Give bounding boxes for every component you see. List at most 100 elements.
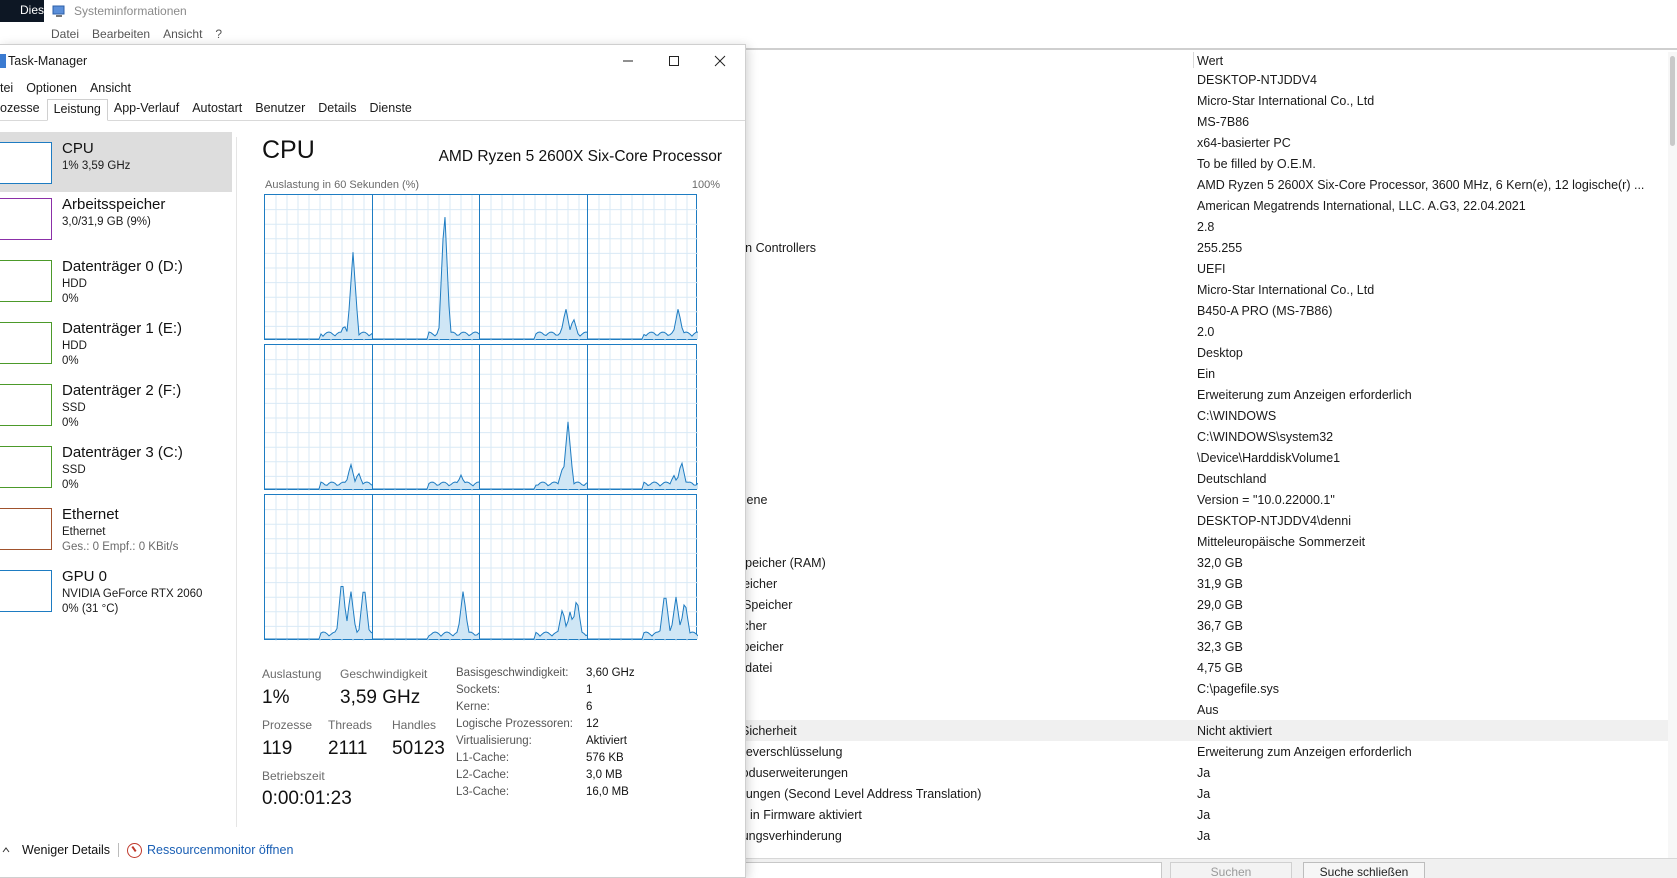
sysinfo-row[interactable]: teiC:\pagefile.sys	[700, 678, 1668, 699]
sysinfo-row[interactable]: chnisC:\WINDOWS	[700, 405, 1668, 426]
tm-titlebar: Task-Manager	[0, 45, 745, 77]
sysinfo-row[interactable]: UEFI	[700, 258, 1668, 279]
sysinfo-row[interactable]: ler Speicher36,7 GB	[700, 615, 1668, 636]
tab-app-verlauf[interactable]: App-Verlauf	[108, 98, 186, 120]
sysinfo-menu-bearbeiten[interactable]: Bearbeiten	[92, 27, 150, 41]
sysinfo-title: Systeminformationen	[74, 4, 187, 18]
sidebar-item-l3: 0%	[62, 479, 79, 491]
sysinfo-header-row: Wert	[700, 53, 1668, 69]
sysinfo-row[interactable]: er Geräteverschlüsselung Erweiterung zum …	[700, 741, 1668, 762]
sysinfo-row[interactable]: Desktop	[700, 342, 1668, 363]
sysinfo-row[interactable]: DESKTOP-NTJDDV4\denni	[700, 510, 1668, 531]
minimize-button[interactable]	[605, 47, 651, 75]
sysinfo-value-header[interactable]: Wert	[1197, 54, 1668, 68]
sidebar-item[interactable]: Datenträger 2 (F:) SSD 0%	[0, 374, 232, 434]
sidebar-item-name: GPU 0	[62, 568, 108, 585]
sidebar-item[interactable]: GPU 0 NVIDIA GeForce RTX 2060 0% (31 °C)	[0, 560, 232, 620]
cpu-core-graph	[479, 494, 590, 641]
maximize-button[interactable]	[651, 47, 697, 75]
sysinfo-row[interactable]: ionErweiterung zum Anzeigen erforderlich	[700, 384, 1668, 405]
tab-prozesse[interactable]: ozesse	[0, 98, 47, 120]
sysinfo-row[interactable]: MS-7B86	[700, 111, 1668, 132]
sysinfo-row-value: 31,9 GB	[1197, 576, 1243, 591]
sysinfo-scrollbar-thumb[interactable]	[1670, 56, 1675, 146]
sysinfo-row[interactable]: Micro-Star International Co., Ltd	[700, 90, 1668, 111]
sidebar-item[interactable]: Datenträger 1 (E:) HDD 0%	[0, 312, 232, 372]
sysinfo-titlebar: Systeminformationen	[44, 0, 1677, 22]
sysinfo-row-key: ischer Speicher (RAM)	[700, 555, 826, 570]
cpu-core-grid[interactable]	[264, 194, 722, 641]
sysinfo-row[interactable]: lisierung in Firmware aktiviert Ja	[700, 804, 1668, 825]
sysinfo-row[interactable]: \Device\HarddiskVolume1	[700, 447, 1668, 468]
sysinfo-close-search-button[interactable]: Suche schließen	[1303, 862, 1425, 878]
less-details-button[interactable]: Weniger Details	[22, 843, 110, 857]
sysinfo-menu-help[interactable]: ?	[215, 27, 222, 41]
resource-monitor-link[interactable]: Ressourcenmonitor öffnen	[147, 843, 293, 857]
tab-details[interactable]: Details	[312, 98, 363, 120]
sysinfo-row[interactable]: isC:\WINDOWS\system32	[700, 426, 1668, 447]
sysinfo-row[interactable]: sischer Speicher 29,0 GB	[700, 594, 1668, 615]
sysinfo-row[interactable]: cher Speicher 31,9 GB	[700, 573, 1668, 594]
stat-threads-label: Threads	[328, 718, 373, 732]
cpu-core-graph	[479, 344, 590, 491]
sidebar-item[interactable]: Datenträger 3 (C:) SSD 0%	[0, 436, 232, 496]
sysinfo-row-value: DESKTOP-NTJDDV4	[1197, 72, 1317, 87]
sysinfo-row[interactable]: atumAmerican Megatrends International, L…	[700, 195, 1668, 216]
cpu-detail-value: 3,0 MB	[586, 769, 623, 781]
sysinfo-row[interactable]: ausführungsverhinderung Ja	[700, 825, 1668, 846]
cpu-core-graph	[371, 194, 483, 341]
sysinfo-row[interactable]: asierte Sicherheit Nicht aktiviert	[700, 720, 1668, 741]
sysinfo-search-input[interactable]	[700, 862, 1162, 878]
tab-autostart[interactable]: Autostart	[186, 98, 249, 120]
tab-leistung[interactable]: Leistung	[46, 99, 108, 121]
cpu-detail-key: L1-Cache:	[456, 752, 510, 764]
sysinfo-row[interactable]: ktionsebeneVersion = "10.0.22000.1"	[700, 489, 1668, 510]
sysinfo-splitter[interactable]	[700, 48, 1677, 50]
sidebar-item[interactable]: Ethernet Ethernet Ges.: 0 Empf.: 0 KBit/s	[0, 498, 232, 558]
chevron-up-icon	[2, 847, 10, 853]
sysinfo-row[interactable]: DESKTOP-NTJDDV4	[700, 69, 1668, 90]
sysinfo-row[interactable]: tandEin	[700, 363, 1668, 384]
sysinfo-row[interactable]: on2.0	[700, 321, 1668, 342]
sysinfo-row-value: To be filled by O.E.M.	[1197, 156, 1316, 171]
sysinfo-row[interactable]: uktB450-A PRO (MS-7B86)	[700, 300, 1668, 321]
sysinfo-search-button[interactable]: Suchen	[1170, 862, 1292, 878]
sidebar-item[interactable]: Arbeitsspeicher 3,0/31,9 GB (9%)	[0, 188, 232, 248]
sidebar-item-l2: Ethernet	[62, 526, 106, 538]
sidebar-item[interactable]: CPU 1% 3,59 GHz	[0, 132, 232, 192]
sysinfo-row[interactable]: ueller Speicher 32,3 GB	[700, 636, 1668, 657]
sysinfo-menu-datei[interactable]: Datei	[51, 27, 79, 41]
sysinfo-row[interactable]: Deutschland	[700, 468, 1668, 489]
sysinfo-row[interactable]: tellerMicro-Star International Co., Ltd	[700, 279, 1668, 300]
sysinfo-row[interactable]: To be filled by O.E.M.	[700, 153, 1668, 174]
sysinfo-row-value: MS-7B86	[1197, 114, 1250, 129]
sysinfo-scrollbar[interactable]	[1668, 52, 1677, 858]
tm-menu-optionen[interactable]: Optionen	[26, 81, 77, 95]
tm-menu-datei[interactable]: tei	[0, 81, 13, 95]
tm-menu-ansicht[interactable]: Ansicht	[90, 81, 131, 95]
sysinfo-row[interactable]: ebetteten Controllers 255.255	[700, 237, 1668, 258]
sidebar-mini-graph	[0, 384, 52, 426]
sysinfo-menu-ansicht[interactable]: Ansicht	[163, 27, 202, 41]
tab-benutzer[interactable]: Benutzer	[249, 98, 312, 120]
sidebar-item[interactable]: Datenträger 0 (D:) HDD 0%	[0, 250, 232, 310]
sysinfo-row-value: 2.8	[1197, 219, 1215, 234]
close-button[interactable]	[697, 47, 743, 75]
cpu-detail-key: L2-Cache:	[456, 769, 510, 781]
sysinfo-row[interactable]: AMD Ryzen 5 2600X Six-Core Processor, 36…	[700, 174, 1668, 195]
sysinfo-row[interactable]: x64-basierter PC	[700, 132, 1668, 153]
sysinfo-row-key: on	[700, 325, 1197, 339]
sysinfo-row[interactable]: utzAus	[700, 699, 1668, 720]
stat-prozesse-label: Prozesse	[262, 718, 313, 732]
sysinfo-row-key: asierte Sicherheit	[700, 723, 797, 738]
sysinfo-row[interactable]: 2.8	[700, 216, 1668, 237]
tab-dienste[interactable]: Dienste	[363, 98, 418, 120]
sidebar-item-name: CPU	[62, 140, 94, 157]
sysinfo-row[interactable]: Erweiterungen (Second Level Address Tran…	[700, 783, 1668, 804]
sysinfo-row-key: Erweiterungen (Second Level Address Tran…	[700, 786, 982, 801]
sysinfo-row[interactable]: gerungsdatei4,75 GB	[700, 657, 1668, 678]
sysinfo-row-value: Deutschland	[1197, 471, 1267, 486]
sysinfo-row[interactable]: onitormoduserweiterungen Ja	[700, 762, 1668, 783]
sysinfo-row[interactable]: ischer Speicher (RAM) 32,0 GB	[700, 552, 1668, 573]
sysinfo-row[interactable]: Mitteleuropäische Sommerzeit	[700, 531, 1668, 552]
